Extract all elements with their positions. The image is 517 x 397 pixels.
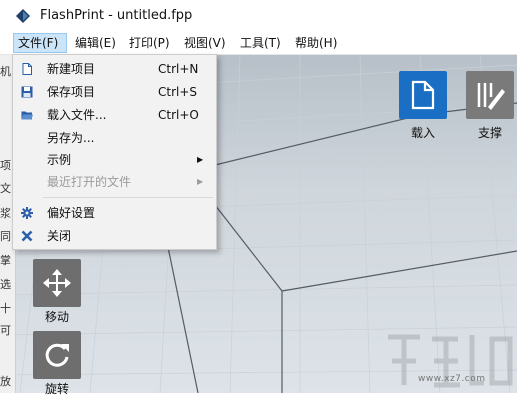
panel-text: 可 (0, 324, 11, 337)
menu-item-label: 最近打开的文件 (47, 175, 132, 189)
rotate-icon (45, 343, 69, 367)
file-menu-dropdown: 新建项目 Ctrl+N 保存项目 Ctrl+S 载入文件... Ctrl+O 另… (12, 54, 217, 250)
menu-item-label: 保存项目 (47, 85, 96, 99)
panel-text: 十 (0, 302, 11, 315)
menu-item-preferences[interactable]: 偏好设置 (13, 202, 216, 224)
menu-item-load-file[interactable]: 载入文件... Ctrl+O (13, 104, 216, 126)
menu-item-label: 偏好设置 (47, 206, 96, 220)
load-file-icon (411, 80, 435, 110)
panel-text: 放 (0, 375, 11, 388)
menu-item-label: 新建项目 (47, 62, 96, 76)
menu-edit[interactable]: 编辑(E) (71, 33, 120, 53)
title-bar: FlashPrint - untitled.fpp (0, 0, 517, 32)
menu-item-examples[interactable]: 示例 ▶ (13, 149, 216, 171)
move-arrows-icon (43, 269, 71, 297)
close-icon (21, 230, 33, 242)
open-folder-icon (21, 111, 33, 120)
menu-item-label: 示例 (47, 153, 72, 167)
menu-item-recent-files[interactable]: 最近打开的文件 ▶ (13, 171, 216, 193)
load-label: 载入 (410, 126, 435, 140)
menu-bar: 文件(F) 编辑(E) 打印(P) 视图(V) 工具(T) 帮助(H) (0, 32, 517, 55)
support-label: 支撑 (477, 126, 502, 140)
menu-help[interactable]: 帮助(H) (291, 33, 341, 53)
new-file-icon (22, 63, 32, 75)
save-icon (21, 86, 33, 98)
menu-item-new-project[interactable]: 新建项目 Ctrl+N (13, 58, 216, 80)
window-title: FlashPrint - untitled.fpp (40, 8, 193, 23)
menu-item-label: 载入文件... (47, 108, 107, 122)
rotate-label: 旋转 (44, 382, 69, 396)
load-button[interactable] (399, 71, 447, 119)
move-button[interactable] (33, 259, 81, 307)
menu-item-label: 另存为... (47, 131, 95, 145)
menu-item-shortcut: Ctrl+S (158, 85, 198, 99)
menu-print[interactable]: 打印(P) (125, 33, 174, 53)
panel-text: 选 (0, 278, 11, 291)
menu-item-save-project[interactable]: 保存项目 Ctrl+S (13, 81, 216, 103)
panel-text: 掌 (0, 254, 11, 267)
support-button[interactable] (466, 71, 514, 119)
menu-item-save-as[interactable]: 另存为... (13, 127, 216, 149)
flashprint-logo-icon (16, 9, 30, 23)
watermark-text: www.xz7.com (418, 374, 486, 384)
menu-view[interactable]: 视图(V) (180, 33, 230, 53)
menu-separator (43, 197, 213, 198)
rotate-button[interactable] (33, 331, 81, 379)
move-label: 移动 (44, 310, 69, 324)
menu-item-close[interactable]: 关闭 (13, 225, 216, 247)
support-icon (477, 83, 505, 110)
submenu-arrow-icon: ▶ (197, 177, 204, 186)
gear-icon (21, 207, 33, 219)
menu-item-label: 关闭 (47, 229, 72, 243)
menu-tools[interactable]: 工具(T) (236, 33, 285, 53)
menu-item-shortcut: Ctrl+O (158, 108, 199, 122)
submenu-arrow-icon: ▶ (197, 155, 204, 164)
menu-file[interactable]: 文件(F) (13, 33, 67, 53)
menu-item-shortcut: Ctrl+N (158, 62, 199, 76)
